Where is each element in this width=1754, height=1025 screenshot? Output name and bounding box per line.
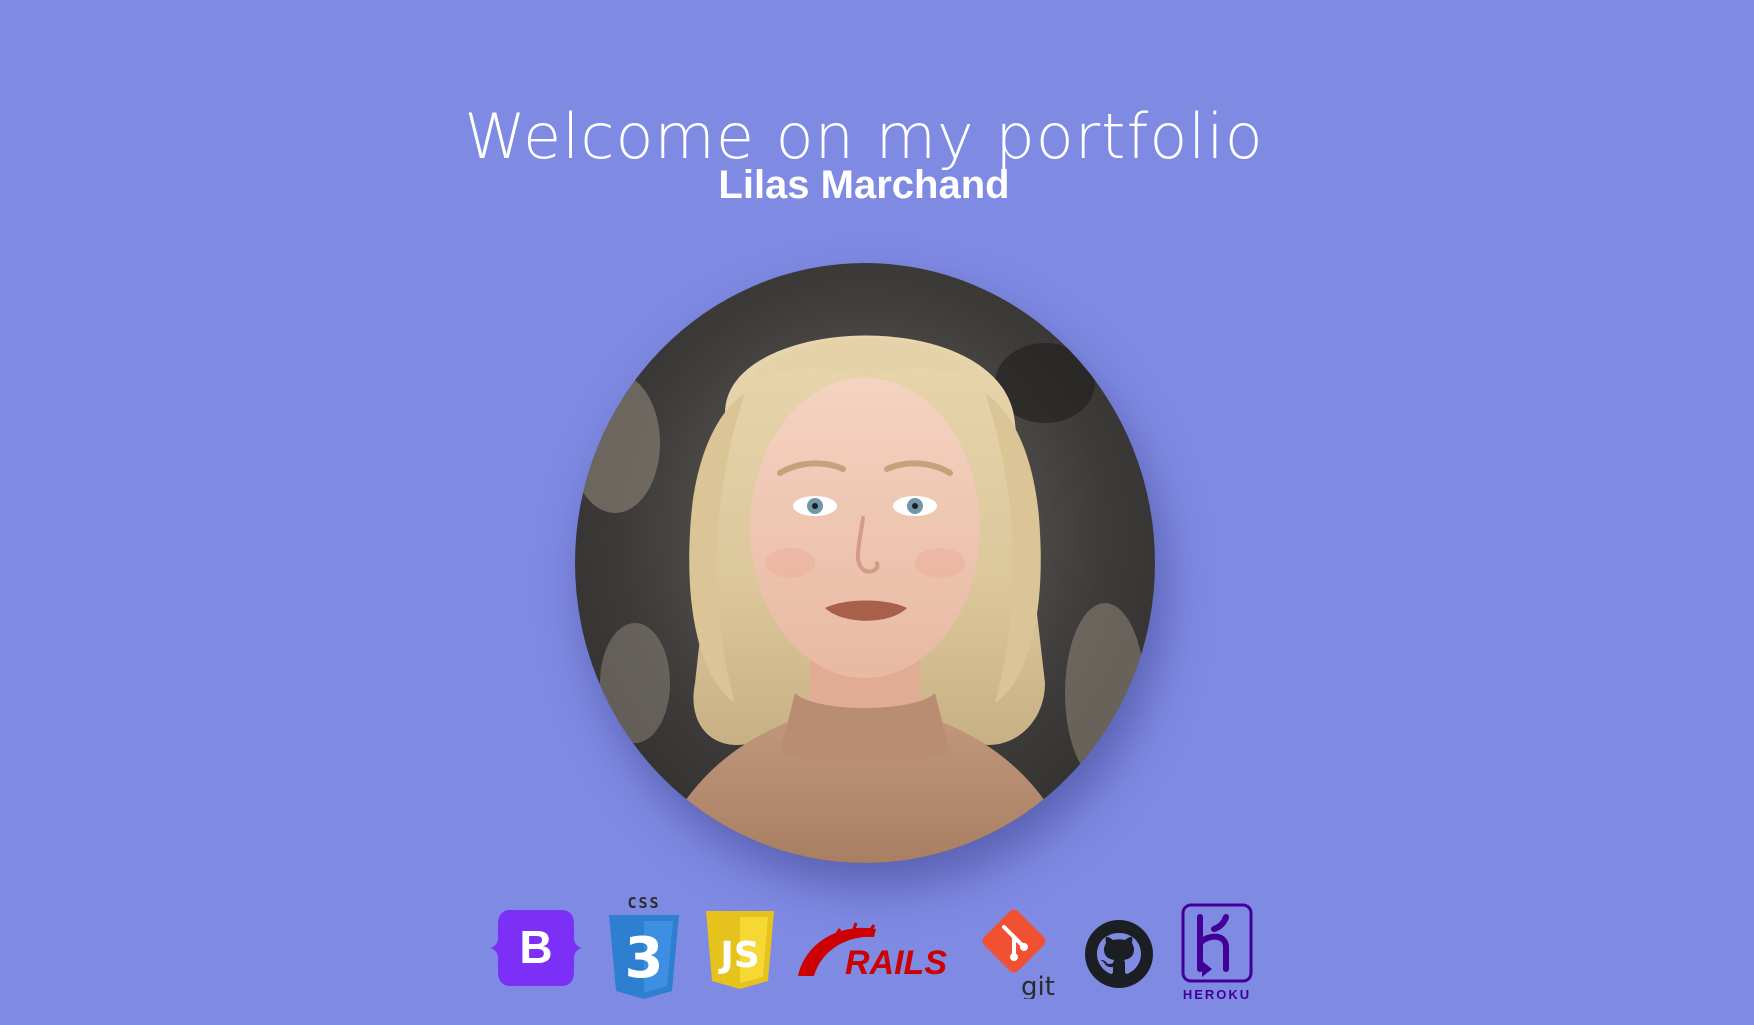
rails-icon: RAILS — [798, 922, 947, 981]
css3-icon: CSS 3 — [609, 895, 679, 999]
heroku-label: HEROKU — [1183, 987, 1251, 1002]
git-label: git — [1021, 972, 1055, 999]
tech-stack: B CSS 3 JS RAILS git HEROKU — [480, 895, 1260, 1010]
heroku-icon: HEROKU — [1181, 903, 1253, 1002]
bootstrap-icon: B — [490, 910, 582, 986]
git-icon: git — [982, 909, 1055, 999]
css3-numeral: 3 — [625, 926, 664, 991]
bootstrap-label: B — [519, 921, 552, 973]
avatar — [575, 263, 1155, 863]
css3-label: CSS — [627, 895, 660, 912]
rails-label: RAILS — [845, 944, 947, 981]
author-name: Lilas Marchand — [718, 163, 1010, 207]
github-icon — [1085, 920, 1153, 988]
portfolio-page: Welcome on my portfolio Lilas Marchand B… — [0, 0, 1754, 1025]
javascript-label: JS — [717, 935, 759, 976]
avatar-portrait — [575, 263, 1155, 863]
javascript-icon: JS — [706, 911, 774, 989]
